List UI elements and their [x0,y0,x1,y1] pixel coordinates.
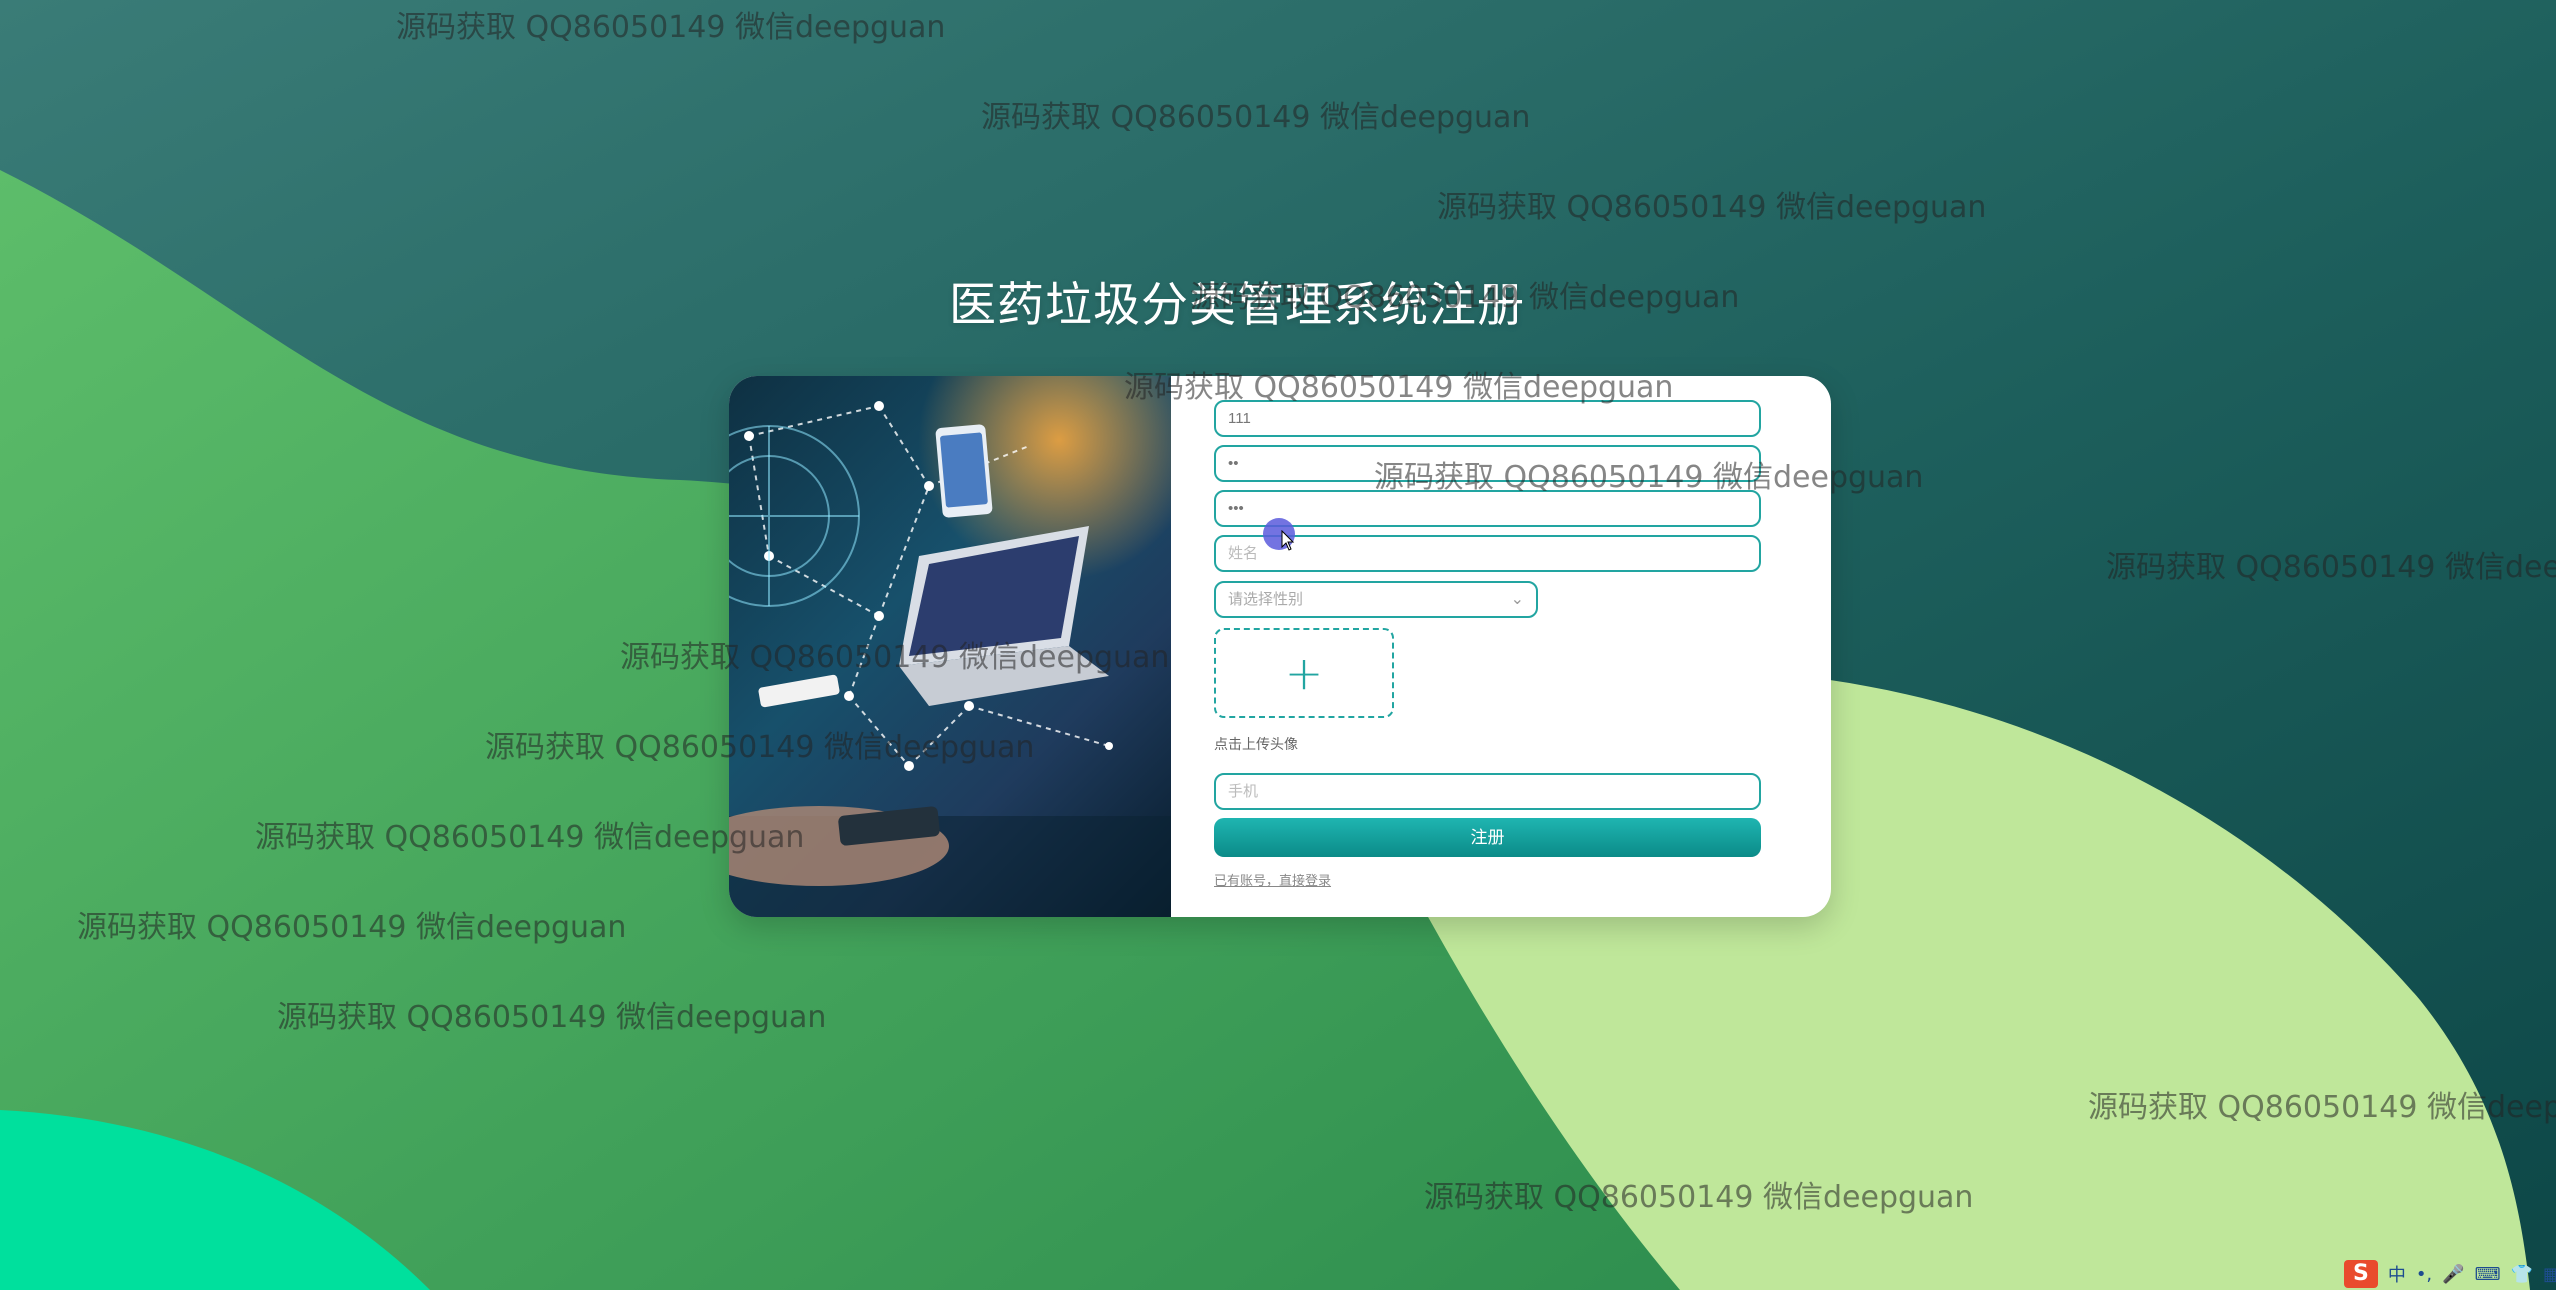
shirt-icon[interactable]: 👕 [2511,1264,2533,1285]
ime-mode[interactable]: 中 [2388,1261,2406,1287]
chevron-down-icon: ⌄ [1510,591,1524,608]
hero-image [729,376,1171,917]
page-title: 医药垃圾分类管理系统注册 [949,278,1525,333]
password-input[interactable]: •• [1214,445,1761,482]
gender-select[interactable]: 请选择性别 ⌄ [1214,581,1538,618]
phone-input[interactable]: 手机 [1214,773,1761,810]
mouse-cursor-icon [1281,530,1295,551]
avatar-upload[interactable]: + [1214,628,1394,718]
punctuation-mode[interactable]: •, [2416,1264,2432,1285]
grid-icon[interactable]: ▦ [2543,1264,2556,1285]
name-input[interactable]: 姓名 [1214,535,1761,572]
login-link[interactable]: 已有账号，直接登录 [1214,870,1331,889]
gender-select-placeholder: 请选择性别 [1228,591,1304,608]
microphone-icon[interactable]: 🎤 [2442,1264,2464,1285]
register-button[interactable]: 注册 [1214,818,1761,857]
keyboard-icon[interactable]: ⌨ [2475,1264,2501,1285]
account-input[interactable]: 111 [1214,400,1761,437]
upload-hint: 点击上传头像 [1214,736,1298,752]
ime-toolbar: S 中 •, 🎤 ⌨ 👕 ▦ [2340,1258,2556,1290]
register-card: 111 •• ••• 姓名 请选择性别 ⌄ + 点击上传头像 手机 注册 已有账… [729,376,1831,917]
plus-icon: + [1284,646,1324,700]
confirm-password-input[interactable]: ••• [1214,490,1761,527]
sogou-icon[interactable]: S [2344,1260,2378,1288]
